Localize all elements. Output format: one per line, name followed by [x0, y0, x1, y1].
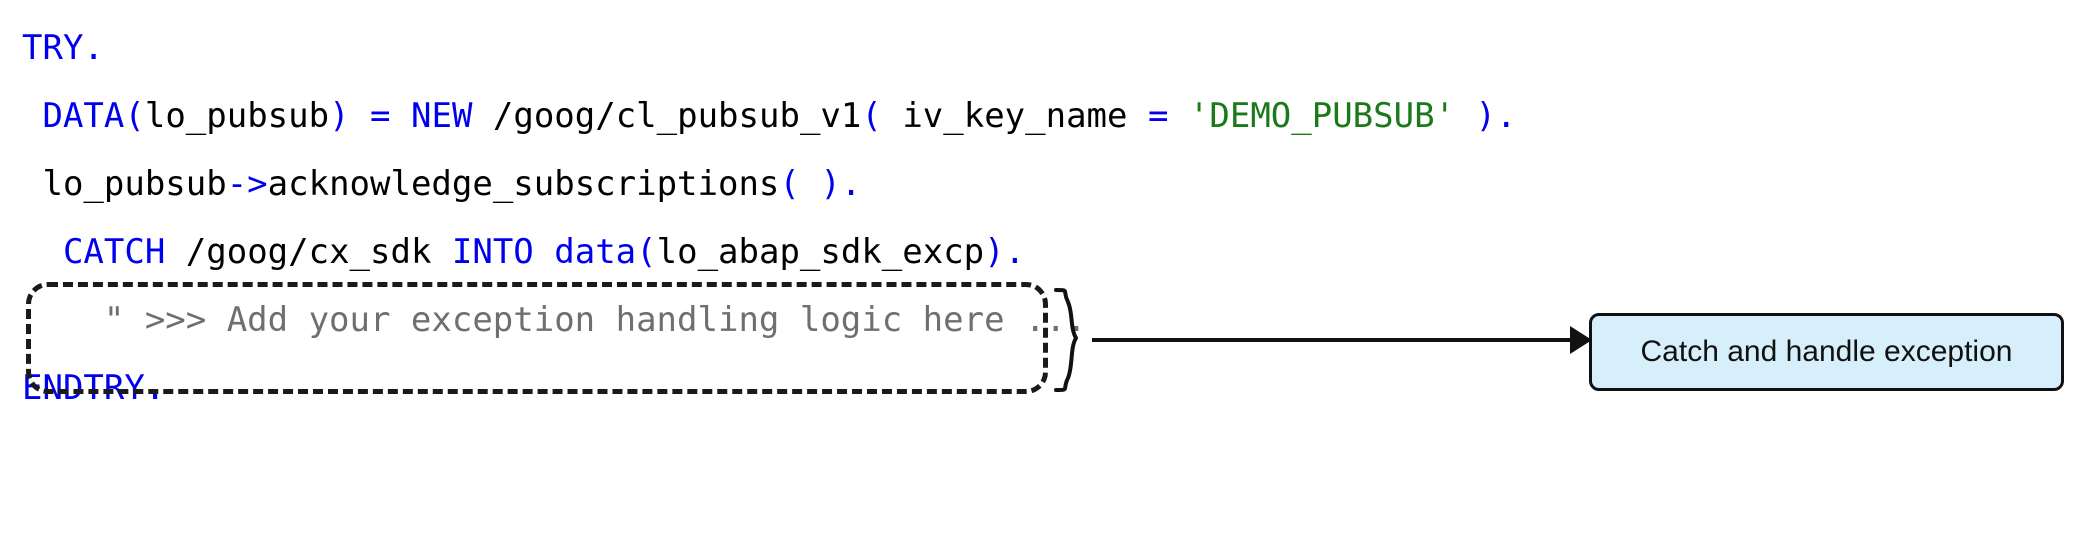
diagram-canvas: TRY. DATA(lo_pubsub) = NEW /goog/cl_pubs… — [0, 0, 2096, 552]
code-token: . — [83, 28, 104, 68]
code-token: TRY — [22, 28, 84, 68]
code-token: = — [349, 96, 411, 136]
code-token: -> — [226, 164, 268, 204]
code-token: /goog/cl_pubsub_v1 — [472, 96, 862, 136]
callout-arrow — [1092, 318, 1592, 362]
code-token: lo_pubsub — [144, 96, 330, 136]
callout-box: Catch and handle exception — [1589, 313, 2064, 391]
code-token: = — [1147, 96, 1169, 136]
code-token: ) — [329, 96, 350, 136]
code-token: 'DEMO_PUBSUB' — [1188, 96, 1456, 136]
code-token: INTO — [451, 232, 534, 272]
code-token: ). — [1475, 96, 1517, 136]
code-token: lo_abap_sdk_excp — [656, 232, 985, 272]
code-token: /goog/cx_sdk — [165, 232, 452, 272]
code-token: ( — [861, 96, 882, 136]
code-token: NEW — [411, 96, 473, 136]
code-token: CATCH — [62, 232, 166, 272]
code-token: ). — [984, 232, 1026, 272]
line-acknowledge: lo_pubsub->acknowledge_subscriptions( ). — [22, 150, 1516, 218]
code-token: DATA — [42, 96, 125, 136]
line-try: TRY. — [22, 14, 1516, 82]
callout-label: Catch and handle exception — [1640, 335, 2013, 368]
code-token: lo_pubsub — [22, 164, 227, 204]
code-token: acknowledge_subscriptions — [267, 164, 780, 204]
code-token: iv_key_name — [881, 96, 1148, 136]
line-catch: CATCH /goog/cx_sdk INTO data(lo_abap_sdk… — [22, 218, 1516, 286]
code-token: " >>> Add your exception handling logic … — [22, 300, 1087, 340]
line-endtry: ENDTRY. — [22, 354, 1516, 422]
code-token: data( — [554, 232, 657, 272]
code-token: . — [144, 368, 166, 408]
code-token: ( — [124, 96, 145, 136]
code-token: ( ). — [779, 164, 862, 204]
line-data-new: DATA(lo_pubsub) = NEW /goog/cl_pubsub_v1… — [22, 82, 1516, 150]
code-token: ENDTRY — [22, 368, 145, 408]
